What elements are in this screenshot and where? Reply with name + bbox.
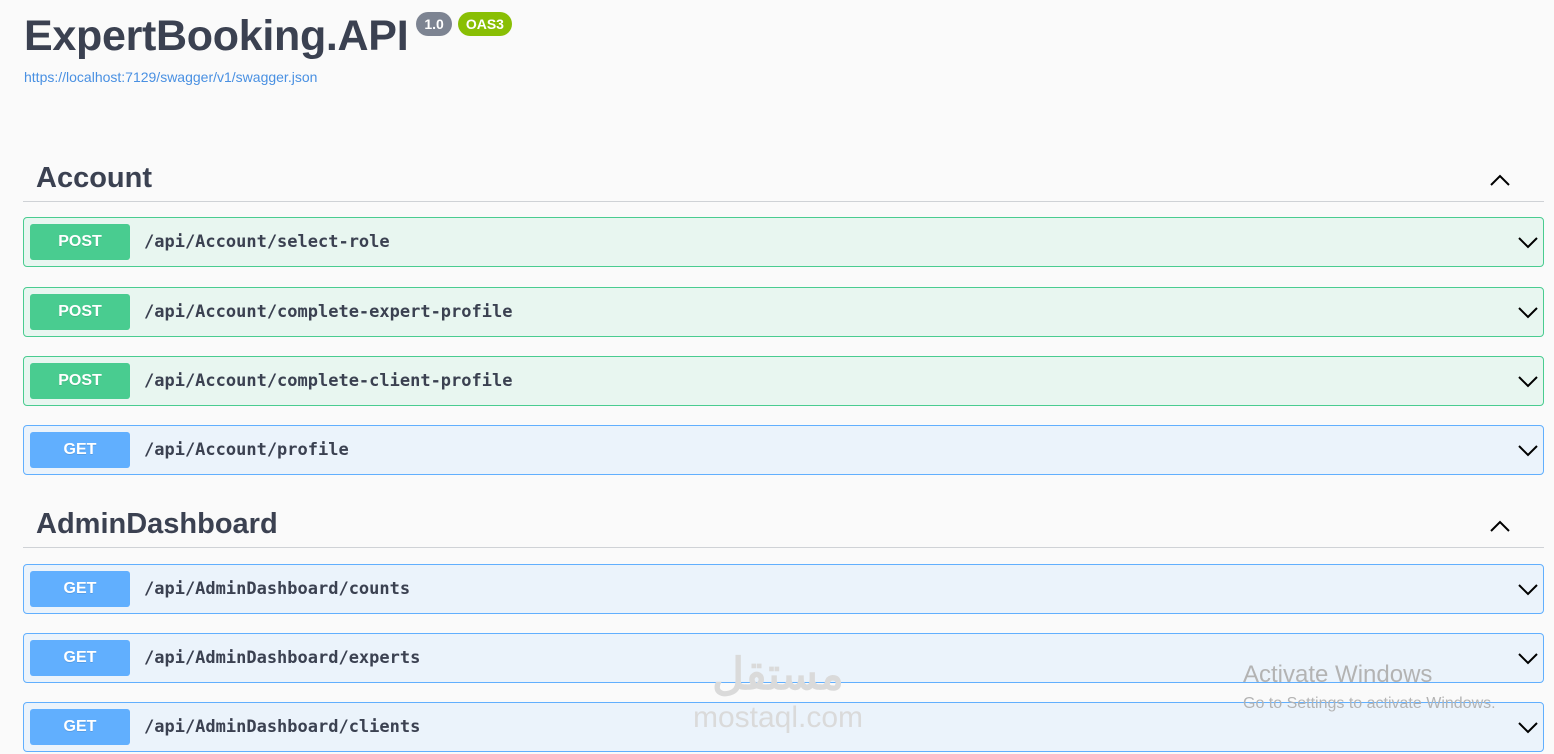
operation-row[interactable]: POST /api/Account/select-role <box>23 217 1544 267</box>
chevron-up-icon[interactable] <box>1488 168 1512 192</box>
chevron-down-icon[interactable] <box>1517 301 1539 323</box>
mostaql-watermark: مستقل mostaql.com <box>683 650 873 736</box>
mostaql-logo: مستقل <box>712 650 844 699</box>
activate-windows-watermark: Activate Windows Go to Settings to activ… <box>1243 660 1496 718</box>
method-badge: GET <box>30 432 130 468</box>
operation-row[interactable]: GET /api/Account/profile <box>23 425 1544 475</box>
tag-section-admindashboard[interactable]: AdminDashboard <box>23 501 1544 548</box>
operation-row[interactable]: POST /api/Account/complete-expert-profil… <box>23 287 1544 337</box>
chevron-down-icon[interactable] <box>1517 647 1539 669</box>
chevron-down-icon[interactable] <box>1517 439 1539 461</box>
chevron-down-icon[interactable] <box>1517 578 1539 600</box>
operation-path: /api/AdminDashboard/clients <box>144 717 421 737</box>
operation-row[interactable]: POST /api/Account/complete-client-profil… <box>23 356 1544 406</box>
tag-title: AdminDashboard <box>36 508 278 540</box>
method-badge: GET <box>30 571 130 607</box>
method-badge: POST <box>30 224 130 260</box>
tag-section-account[interactable]: Account <box>23 155 1544 202</box>
oas-badge: OAS3 <box>457 12 512 36</box>
api-title: ExpertBooking.API <box>24 12 409 60</box>
chevron-up-icon[interactable] <box>1488 514 1512 538</box>
version-badge: 1.0 <box>416 12 452 36</box>
watermark-subtitle: Go to Settings to activate Windows. <box>1243 695 1496 712</box>
method-badge: GET <box>30 709 130 745</box>
chevron-down-icon[interactable] <box>1517 370 1539 392</box>
title-row: ExpertBooking.API 1.0 OAS3 <box>24 10 512 62</box>
chevron-down-icon[interactable] <box>1517 716 1539 738</box>
chevron-down-icon[interactable] <box>1517 231 1539 253</box>
mostaql-text: mostaql.com <box>692 701 864 734</box>
method-badge: GET <box>30 640 130 676</box>
watermark-title: Activate Windows <box>1243 661 1433 688</box>
spec-url-link[interactable]: https://localhost:7129/swagger/v1/swagge… <box>24 69 512 85</box>
operation-path: /api/Account/profile <box>144 440 349 460</box>
method-badge: POST <box>30 294 130 330</box>
operation-path: /api/Account/select-role <box>144 232 390 252</box>
method-badge: POST <box>30 363 130 399</box>
operation-path: /api/AdminDashboard/experts <box>144 648 421 668</box>
tag-title: Account <box>36 162 152 194</box>
api-info: ExpertBooking.API 1.0 OAS3 https://local… <box>24 10 512 85</box>
operation-path: /api/Account/complete-expert-profile <box>144 302 513 322</box>
operation-row[interactable]: GET /api/AdminDashboard/counts <box>23 564 1544 614</box>
operation-path: /api/Account/complete-client-profile <box>144 371 513 391</box>
operation-path: /api/AdminDashboard/counts <box>144 579 411 599</box>
